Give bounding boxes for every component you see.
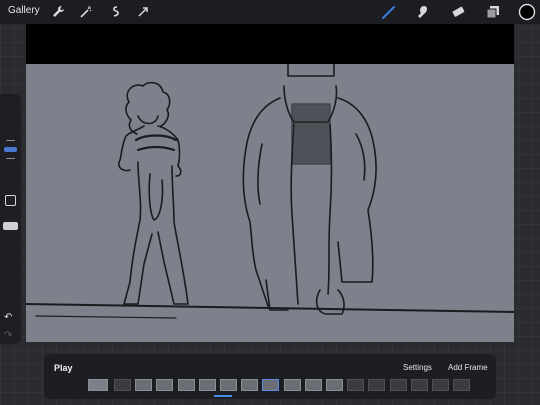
magic-wand-icon[interactable]: [78, 4, 94, 20]
frame-thumbnail[interactable]: [156, 379, 174, 391]
left-sidebar: ↶ ↷: [0, 94, 21, 344]
settings-button[interactable]: Settings: [403, 363, 432, 372]
frame-thumbnail[interactable]: [389, 379, 407, 391]
layers-icon[interactable]: [485, 4, 501, 20]
drawing-canvas[interactable]: [26, 64, 514, 342]
wrench-icon[interactable]: [50, 4, 66, 20]
frame-thumbnail[interactable]: [241, 379, 259, 391]
frame-thumbnail[interactable]: [368, 379, 386, 391]
slider-tick: [6, 140, 15, 141]
undo-button[interactable]: ↶: [4, 312, 12, 323]
active-frame-indicator: [214, 395, 232, 397]
transform-icon[interactable]: [135, 4, 151, 20]
top-toolbar: Gallery: [0, 0, 540, 24]
animation-timeline: Play Settings Add Frame: [44, 354, 496, 399]
smudge-icon[interactable]: [415, 4, 431, 20]
canvas-area[interactable]: [26, 24, 514, 342]
frame-thumbnail[interactable]: [198, 379, 216, 391]
frame-thumbnail[interactable]: [432, 379, 449, 391]
frame-strip: [88, 379, 488, 393]
frame-thumbnail[interactable]: [304, 379, 322, 391]
play-button[interactable]: Play: [54, 363, 73, 373]
slider-tick: [6, 158, 15, 159]
frame-thumbnail[interactable]: [114, 379, 131, 391]
frame-thumbnail[interactable]: [453, 379, 471, 391]
frame-thumbnail[interactable]: [88, 379, 108, 391]
modify-button[interactable]: [5, 195, 16, 206]
brush-opacity-slider[interactable]: [3, 222, 18, 230]
frame-thumbnail[interactable]: [347, 379, 365, 391]
frame-thumbnail[interactable]: [220, 379, 237, 391]
frame-thumbnail[interactable]: [177, 379, 195, 391]
selection-icon[interactable]: [107, 4, 123, 20]
color-swatch-icon[interactable]: [518, 3, 536, 21]
brush-icon[interactable]: [381, 4, 397, 20]
frame-thumbnail[interactable]: [326, 379, 343, 391]
eraser-icon[interactable]: [450, 4, 466, 20]
frame-thumbnail[interactable]: [410, 379, 428, 391]
frame-thumbnail[interactable]: [262, 379, 280, 391]
frame-thumbnail[interactable]: [283, 379, 301, 391]
frame-thumbnail[interactable]: [135, 379, 153, 391]
sketch-artwork: [26, 64, 514, 319]
brush-size-handle[interactable]: [4, 147, 17, 152]
add-frame-button[interactable]: Add Frame: [448, 363, 488, 372]
redo-button[interactable]: ↷: [4, 330, 12, 341]
brush-size-slider[interactable]: [4, 136, 17, 164]
gallery-button[interactable]: Gallery: [8, 5, 40, 16]
